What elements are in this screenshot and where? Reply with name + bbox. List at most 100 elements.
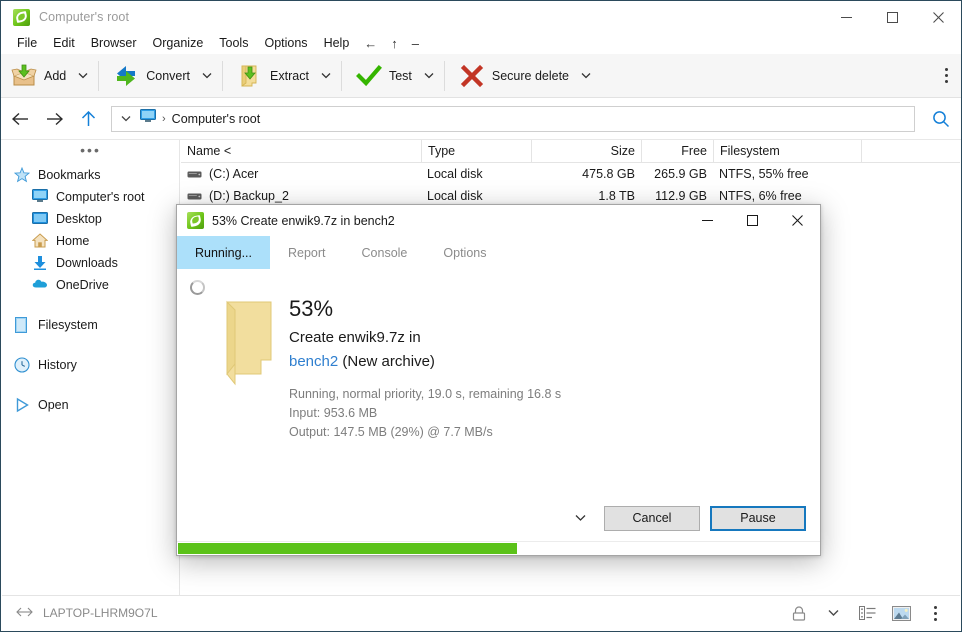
- forward-arrow-icon[interactable]: [39, 104, 69, 134]
- extract-dropdown-caret-icon[interactable]: [315, 54, 337, 98]
- sidebar-label: Desktop: [56, 212, 102, 226]
- file-extra-cell: [861, 185, 960, 207]
- toolbar-group-secure-delete: Secure delete: [449, 54, 597, 98]
- secure-delete-label: Secure delete: [491, 68, 570, 83]
- toolbar-group-extract: Extract: [227, 54, 337, 98]
- menu-up-arrow-icon[interactable]: ↑: [384, 34, 405, 53]
- home-icon: [31, 233, 49, 249]
- minimize-icon[interactable]: [823, 1, 869, 33]
- tab-console[interactable]: Console: [344, 236, 426, 269]
- sidebar-item-onedrive[interactable]: OneDrive: [2, 274, 179, 296]
- back-arrow-icon[interactable]: [5, 104, 35, 134]
- sidebar-label: OneDrive: [56, 278, 109, 292]
- test-dropdown-caret-icon[interactable]: [418, 54, 440, 98]
- chevron-down-icon[interactable]: [818, 598, 848, 628]
- main-toolbar: Add Convert Extract Test Secure delete: [1, 54, 961, 98]
- dialog-footer-chevron-down-icon[interactable]: [568, 506, 592, 530]
- column-header-extra[interactable]: [861, 139, 960, 163]
- resize-handle-icon[interactable]: [16, 606, 33, 621]
- destination-link[interactable]: bench2: [289, 353, 338, 370]
- sidebar-item-downloads[interactable]: Downloads: [2, 252, 179, 274]
- menu-help[interactable]: Help: [316, 34, 358, 52]
- check-mark-icon: [355, 63, 382, 89]
- sidebar-overflow-icon[interactable]: •••: [2, 142, 179, 164]
- menu-bar: File Edit Browser Organize Tools Options…: [1, 32, 961, 54]
- close-icon[interactable]: [915, 1, 961, 33]
- window-titlebar: Computer's root: [1, 1, 961, 33]
- dialog-maximize-icon[interactable]: [730, 205, 775, 236]
- sidebar-item-bookmarks[interactable]: Bookmarks: [2, 164, 179, 186]
- sidebar-item-filesystem[interactable]: Filesystem: [2, 314, 179, 336]
- dialog-window-controls: [685, 205, 820, 236]
- extract-button[interactable]: Extract: [227, 54, 315, 98]
- tab-report[interactable]: Report: [270, 236, 344, 269]
- address-history-chevron-down-icon[interactable]: [118, 115, 134, 122]
- column-header-free[interactable]: Free: [641, 139, 713, 163]
- add-dropdown-caret-icon[interactable]: [72, 54, 94, 98]
- toolbar-separator: [98, 60, 100, 91]
- list-view-icon[interactable]: [852, 598, 882, 628]
- sidebar-item-computers-root[interactable]: Computer's root: [2, 186, 179, 208]
- dialog-tabs: Running... Report Console Options: [177, 236, 820, 269]
- convert-button[interactable]: Convert: [103, 54, 196, 98]
- tab-options[interactable]: Options: [425, 236, 504, 269]
- extract-label: Extract: [270, 68, 309, 83]
- thumbnail-view-icon[interactable]: [886, 598, 916, 628]
- file-list-header: Name < Type Size Free Filesystem: [181, 139, 960, 163]
- sidebar-item-home[interactable]: Home: [2, 230, 179, 252]
- maximize-icon[interactable]: [869, 1, 915, 33]
- hard-drive-icon: [187, 191, 202, 202]
- status-more-options-icon[interactable]: [920, 598, 950, 628]
- sidebar-item-history[interactable]: History: [2, 354, 179, 376]
- menu-file[interactable]: File: [9, 34, 45, 52]
- test-button[interactable]: Test: [346, 54, 418, 98]
- toolbar-more-options-icon[interactable]: [931, 54, 961, 98]
- cancel-button[interactable]: Cancel: [604, 505, 700, 531]
- toolbar-group-add: Add: [1, 54, 94, 98]
- table-row[interactable]: (C:) Acer Local disk 475.8 GB 265.9 GB N…: [181, 163, 960, 185]
- add-button[interactable]: Add: [1, 54, 72, 98]
- progress-bar: [177, 541, 820, 555]
- file-filesystem-cell: NTFS, 55% free: [719, 167, 809, 181]
- status-bar-left: LAPTOP-LHRM9O7L: [2, 606, 158, 621]
- menu-browser[interactable]: Browser: [83, 34, 145, 52]
- status-bar-right: [784, 598, 960, 628]
- up-arrow-icon[interactable]: [73, 104, 103, 134]
- menu-edit[interactable]: Edit: [45, 34, 83, 52]
- sidebar-item-open[interactable]: Open: [2, 394, 179, 416]
- dialog-close-icon[interactable]: [775, 205, 820, 236]
- file-extra-cell: [861, 229, 960, 251]
- column-header-size[interactable]: Size: [531, 139, 641, 163]
- menu-tools[interactable]: Tools: [211, 34, 256, 52]
- file-size-cell: 475.8 GB: [582, 167, 635, 181]
- dialog-minimize-icon[interactable]: [685, 205, 730, 236]
- convert-dropdown-caret-icon[interactable]: [196, 54, 218, 98]
- secure-delete-button[interactable]: Secure delete: [449, 54, 575, 98]
- progress-destination-line: bench2 (New archive): [289, 350, 561, 374]
- toolbar-separator: [340, 60, 342, 91]
- machine-name-label: LAPTOP-LHRM9O7L: [43, 606, 158, 620]
- secure-delete-dropdown-caret-icon[interactable]: [575, 54, 597, 98]
- column-header-type[interactable]: Type: [421, 139, 531, 163]
- tab-running[interactable]: Running...: [177, 236, 270, 269]
- progress-task-line: Create enwik9.7z in: [289, 329, 421, 346]
- column-header-filesystem[interactable]: Filesystem: [713, 139, 861, 163]
- menu-minimize-icon[interactable]: –: [405, 34, 426, 53]
- sidebar-label: History: [38, 358, 77, 372]
- convert-arrows-icon: [113, 63, 139, 89]
- address-field[interactable]: › Computer's root: [111, 105, 915, 132]
- extract-folder-icon: [237, 63, 263, 89]
- toolbar-group-convert: Convert: [103, 54, 218, 98]
- progress-bar-fill: [178, 543, 517, 554]
- lock-icon[interactable]: [784, 598, 814, 628]
- add-label: Add: [44, 68, 67, 83]
- menu-back-arrow-icon[interactable]: ←: [357, 34, 384, 53]
- menu-organize[interactable]: Organize: [145, 34, 212, 52]
- menu-options[interactable]: Options: [256, 34, 315, 52]
- column-header-name[interactable]: Name <: [181, 140, 421, 163]
- sidebar-label: Open: [38, 398, 69, 412]
- pause-button[interactable]: Pause: [710, 505, 806, 531]
- search-icon[interactable]: [921, 110, 961, 128]
- add-box-icon: [11, 63, 37, 89]
- sidebar-item-desktop[interactable]: Desktop: [2, 208, 179, 230]
